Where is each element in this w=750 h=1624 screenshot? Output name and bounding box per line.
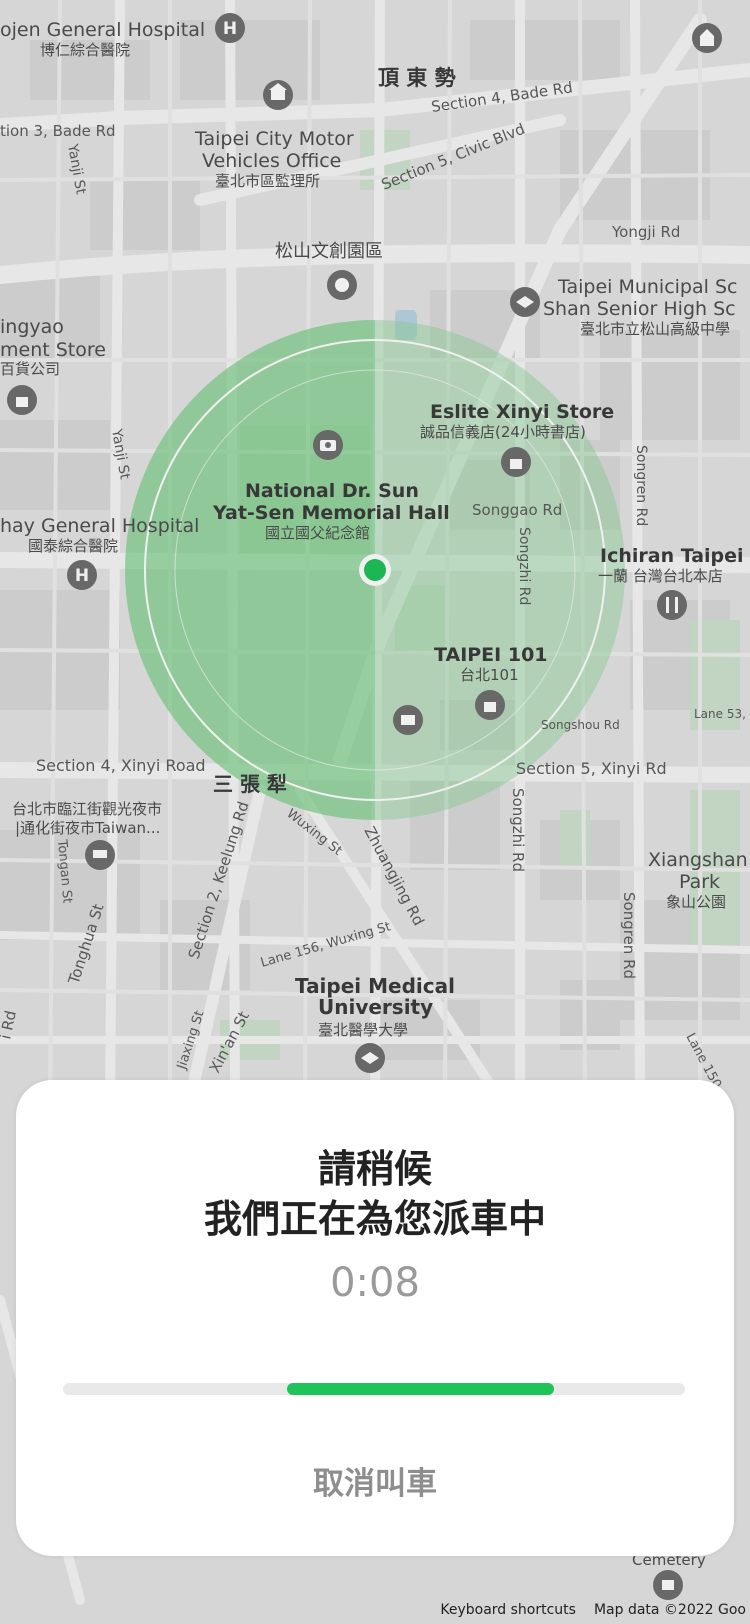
dispatch-progress-track [63,1383,685,1395]
map-attribution: Keyboard shortcuts Map data ©2022 Goo [440,1596,750,1624]
screen: H H ojen General Hospital 博仁綜合醫院 頂 東 勢 S… [0,0,750,1624]
cancel-ride-button[interactable]: 取消叫車 [275,1450,475,1510]
dispatch-title-line-2: 我們正在為您派車中 [203,1197,546,1241]
dispatch-title: 請稍候 我們正在為您派車中 [16,1144,734,1244]
waiting-timer: 0:08 [330,1260,420,1306]
keyboard-shortcuts-link[interactable]: Keyboard shortcuts [440,1602,576,1618]
dispatch-progress-fill [286,1383,555,1395]
dispatch-title-line-1: 請稍候 [317,1147,432,1191]
dispatch-sheet: 請稍候 我們正在為您派車中 0:08 取消叫車 [16,1080,734,1556]
map-data-credit[interactable]: Map data ©2022 Goo [594,1602,746,1618]
